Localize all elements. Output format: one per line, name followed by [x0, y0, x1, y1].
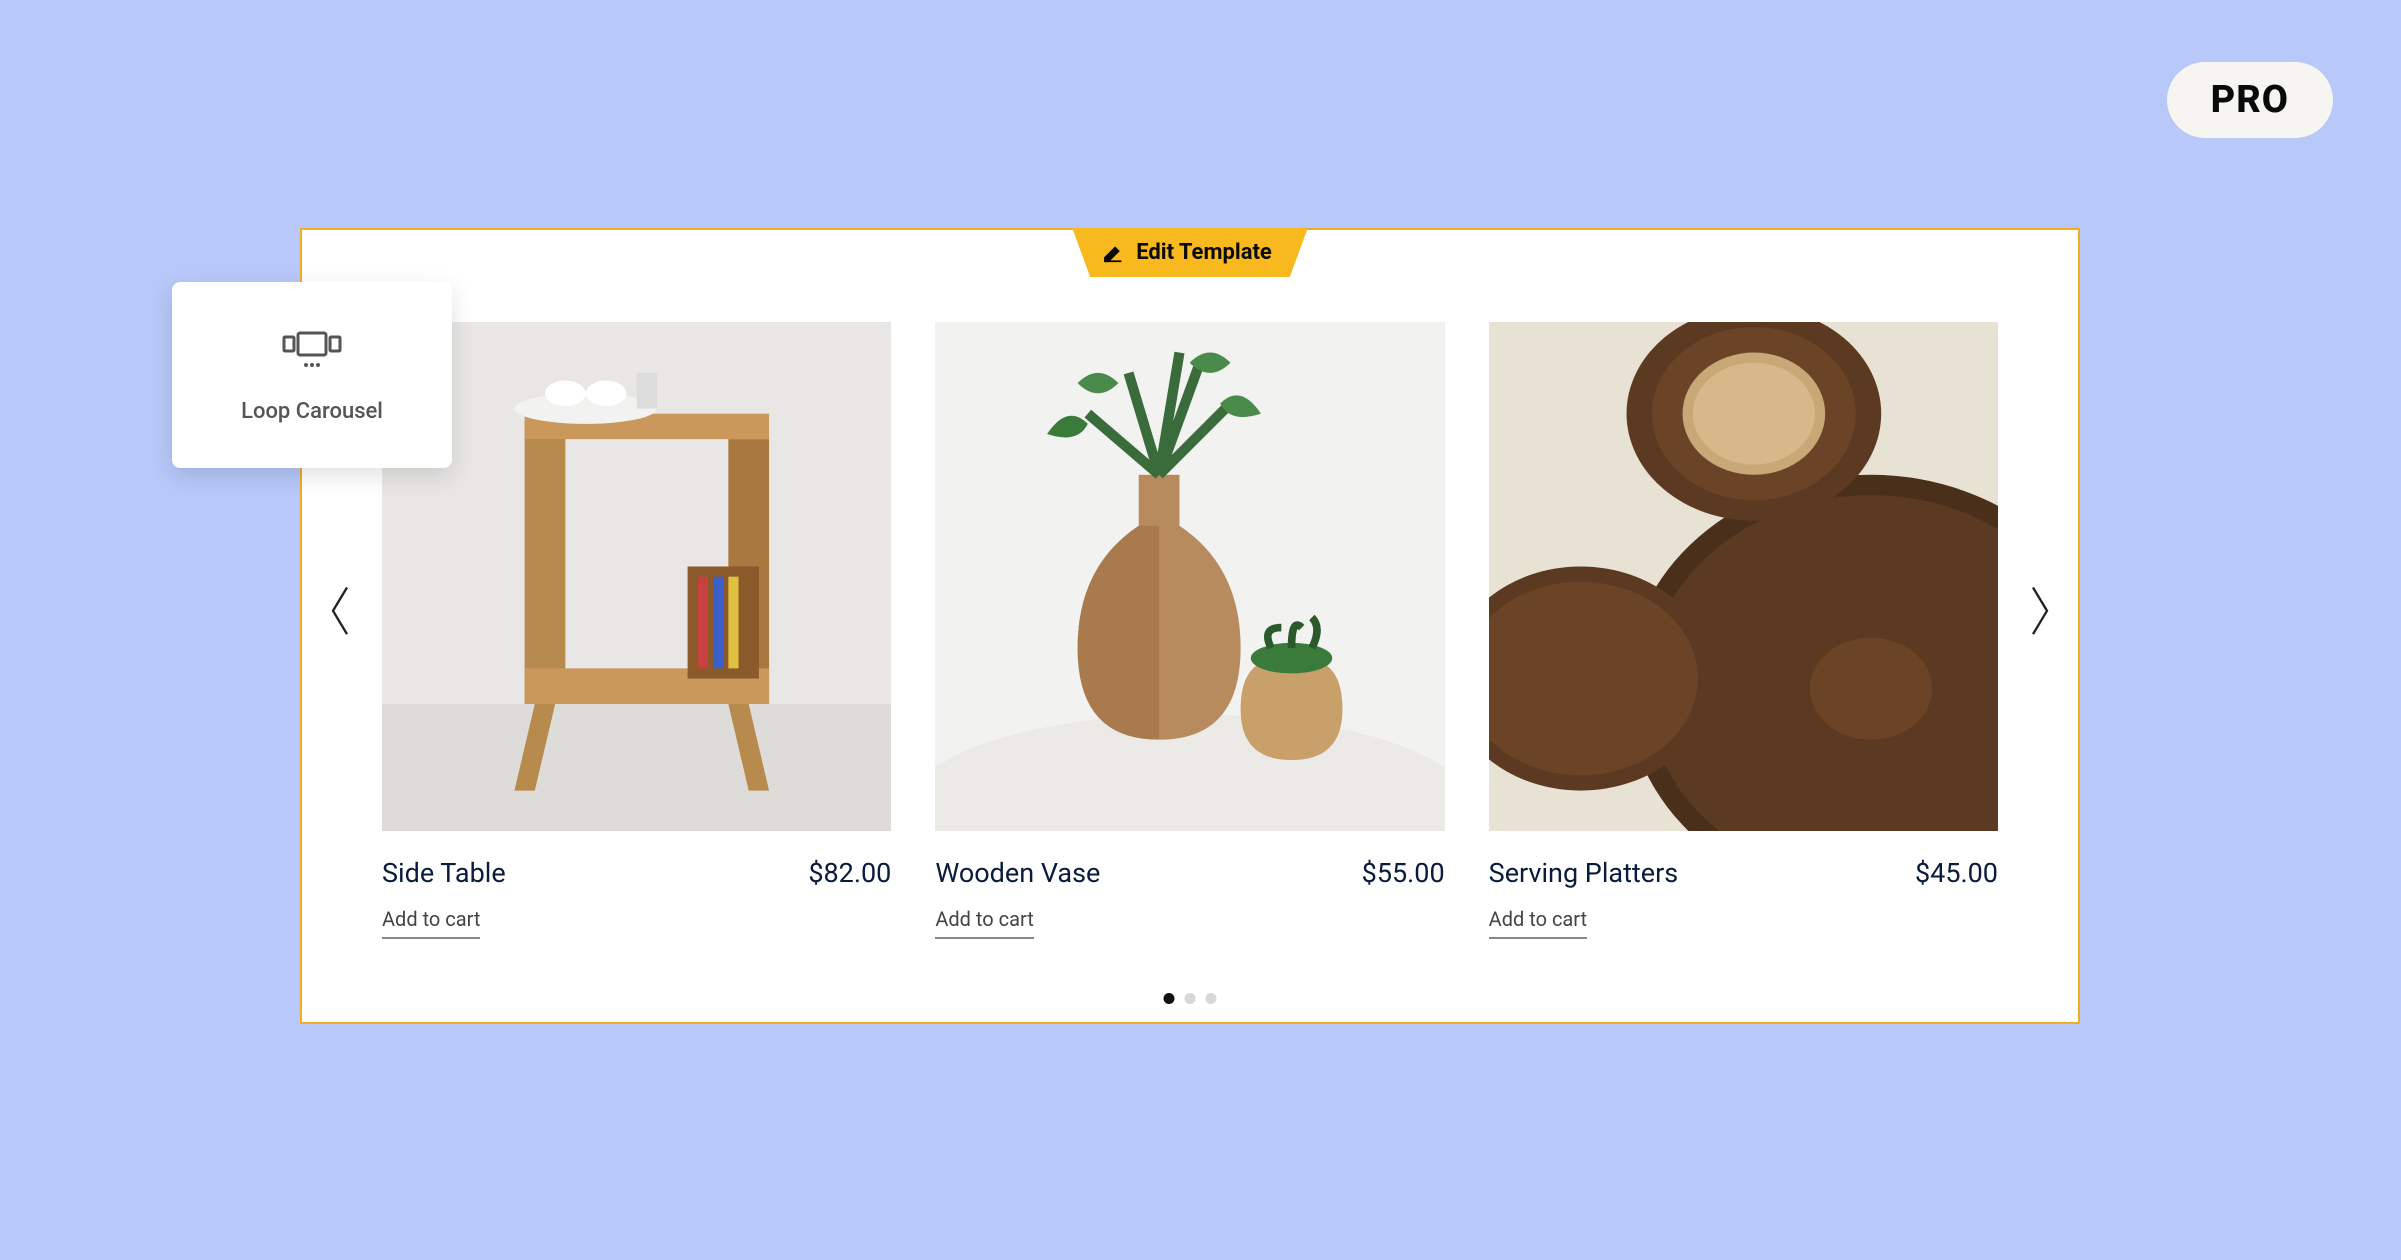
- product-card: Wooden Vase $55.00 Add to cart: [935, 322, 1444, 939]
- product-meta: Side Table $82.00: [382, 857, 891, 889]
- carousel-next-button[interactable]: [2026, 583, 2054, 631]
- carousel-prev-button[interactable]: [326, 583, 354, 631]
- product-name: Serving Platters: [1489, 857, 1679, 889]
- pagination-dot[interactable]: [1164, 993, 1175, 1004]
- edit-template-label: Edit Template: [1136, 240, 1272, 265]
- edit-template-button[interactable]: Edit Template: [1072, 228, 1308, 277]
- pagination-dot[interactable]: [1185, 993, 1196, 1004]
- product-price: $82.00: [808, 857, 891, 889]
- pagination-dot[interactable]: [1206, 993, 1217, 1004]
- product-meta: Serving Platters $45.00: [1489, 857, 1998, 889]
- product-image[interactable]: [935, 322, 1444, 831]
- product-image[interactable]: [1489, 322, 1998, 831]
- add-to-cart-link[interactable]: Add to cart: [382, 907, 480, 939]
- product-card: Side Table $82.00 Add to cart: [382, 322, 891, 939]
- product-card: Serving Platters $45.00 Add to cart: [1489, 322, 1998, 939]
- product-name: Side Table: [382, 857, 506, 889]
- product-image[interactable]: [382, 322, 891, 831]
- pro-badge: PRO: [2167, 62, 2333, 138]
- product-meta: Wooden Vase $55.00: [935, 857, 1444, 889]
- loop-carousel-icon: [278, 327, 346, 375]
- widget-label: Loop Carousel: [241, 399, 383, 424]
- pencil-icon: [1102, 242, 1124, 264]
- product-price: $55.00: [1362, 857, 1445, 889]
- product-price: $45.00: [1915, 857, 1998, 889]
- carousel-frame: Edit Template: [300, 228, 2080, 1024]
- product-name: Wooden Vase: [935, 857, 1100, 889]
- widget-card[interactable]: Loop Carousel: [172, 282, 452, 468]
- add-to-cart-link[interactable]: Add to cart: [1489, 907, 1587, 939]
- products-row: Side Table $82.00 Add to cart: [382, 322, 1998, 939]
- add-to-cart-link[interactable]: Add to cart: [935, 907, 1033, 939]
- carousel-pagination: [1164, 993, 1217, 1004]
